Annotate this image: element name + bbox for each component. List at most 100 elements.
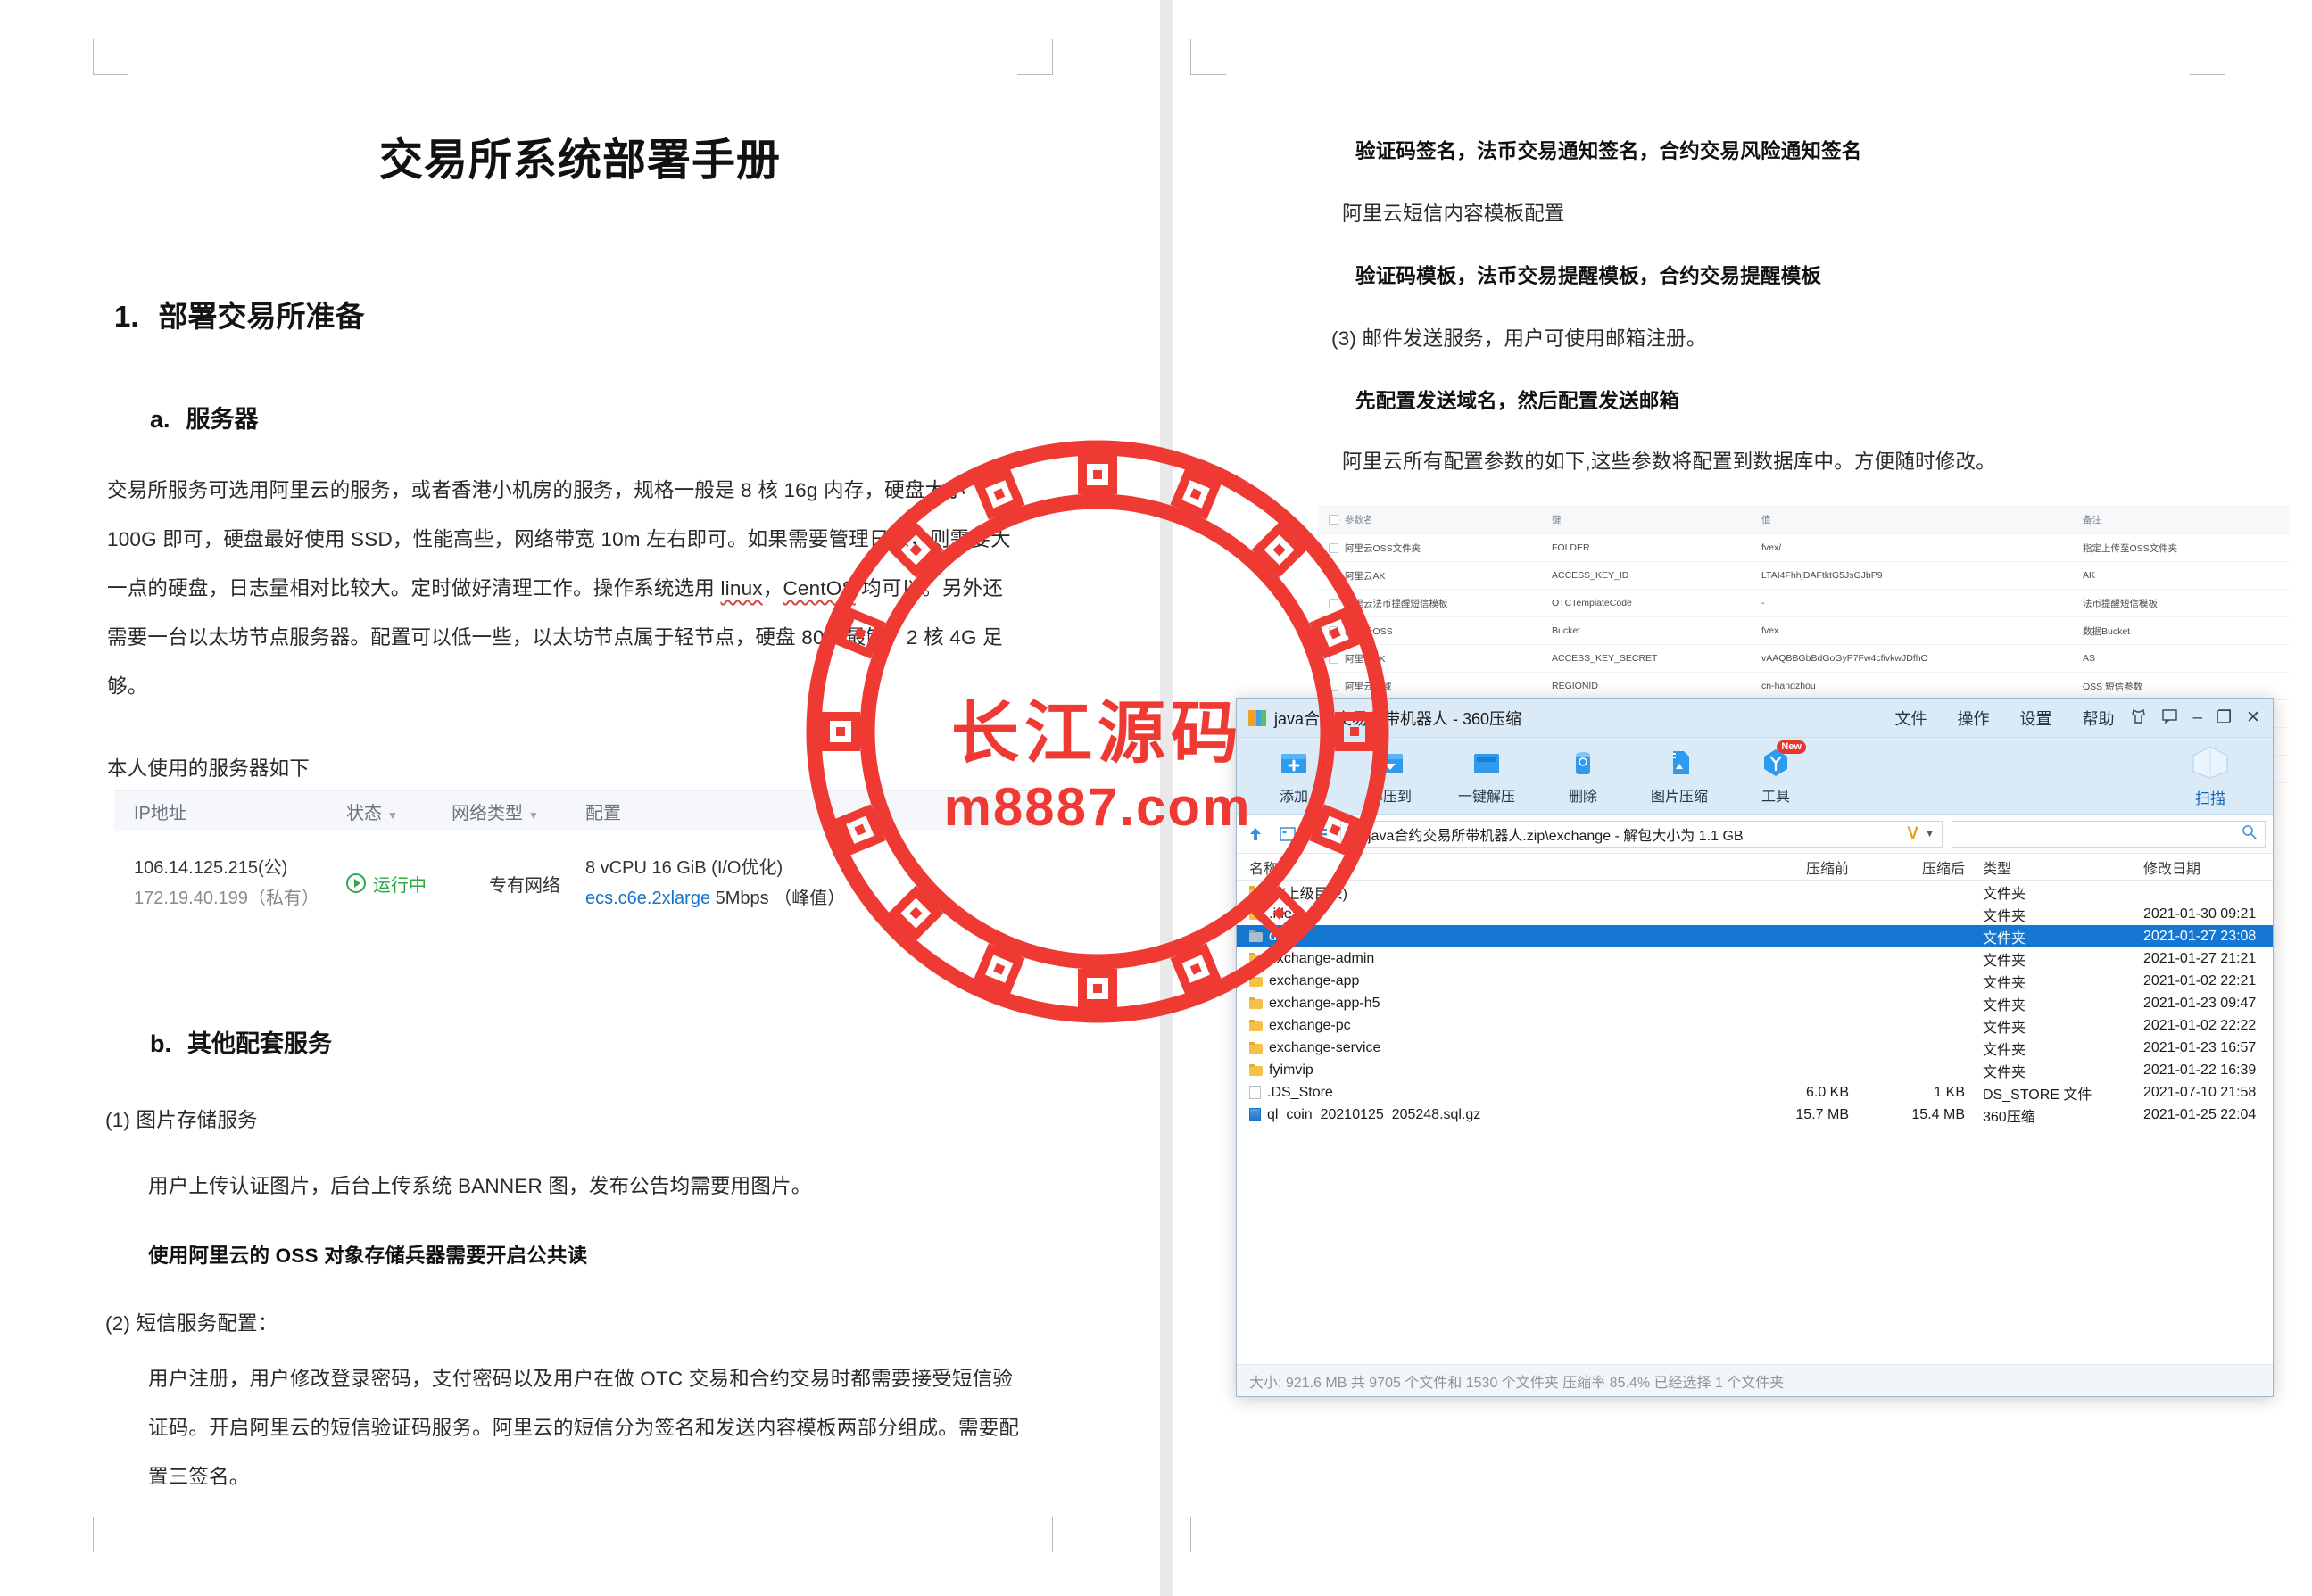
cell-param-key: ACCESS_KEY_ID <box>1552 570 1629 581</box>
row-checkbox[interactable] <box>1318 570 1345 581</box>
row-checkbox[interactable] <box>1318 598 1345 608</box>
add-archive-icon <box>1277 746 1311 780</box>
file-list-row[interactable]: exchange-service 文件夹 2021-01-23 16:57 <box>1237 1037 2273 1059</box>
list-item-3: (3) 邮件发送服务，用户可使用邮箱注册。 <box>1331 327 1707 350</box>
feedback-icon[interactable] <box>2161 707 2178 728</box>
cell-param-note: AS <box>2083 653 2096 664</box>
cell-network-type: 专有网络 <box>489 875 560 896</box>
toolbar-button-one-click-extract[interactable]: 一键解压 <box>1438 746 1535 806</box>
cell-file-name: exchange-admin <box>1237 951 1736 967</box>
file-list-row[interactable]: exchange-pc 文件夹 2021-01-02 22:22 <box>1237 1014 2273 1037</box>
column-header-size-before[interactable]: 压缩前 <box>1736 856 1861 878</box>
menu-item-file[interactable]: 文件 <box>1894 707 1927 730</box>
toolbar-label: 添加 <box>1279 790 1308 805</box>
file-archive-window[interactable]: java合约交易所带机器人 - 360压缩 文件 操作 设置 帮助 – ❐ ✕ … <box>1236 698 2274 1397</box>
toolbar-button-add[interactable]: 添加 <box>1246 746 1342 806</box>
toolbar-button-extract-to[interactable]: 解压到 <box>1342 746 1438 806</box>
cell-date: 2021-01-02 22:21 <box>2143 972 2257 988</box>
row-checkbox[interactable] <box>1318 625 1345 636</box>
file-list-header[interactable]: 名称 压缩前 压缩后 类型 修改日期 <box>1237 854 2273 881</box>
cell-param-value: fvex/ <box>1761 542 1782 553</box>
column-header-date[interactable]: 修改日期 <box>2138 856 2273 878</box>
row-checkbox[interactable] <box>1318 653 1345 664</box>
one-click-extract-icon <box>1470 746 1504 780</box>
toolbar-button-image-compress[interactable]: 图片压缩 <box>1631 746 1728 806</box>
cell-param-note: AK <box>2083 570 2096 581</box>
file-name-text: exchange-app-h5 <box>1269 995 1380 1011</box>
chevron-down-icon[interactable]: ▼ <box>1925 829 1935 839</box>
maximize-button[interactable]: ❐ <box>2217 709 2232 726</box>
param-table-row[interactable]: 阿里云SK ACCESS_KEY_SECRET vAAQBBGbBdGoGyP7Fw… <box>1318 645 2289 673</box>
toolbar-button-delete[interactable]: 删除 <box>1535 746 1631 806</box>
window-controls[interactable]: – ❐ ✕ <box>2130 707 2267 728</box>
cell-param-value: cn-hangzhou <box>1761 681 1816 691</box>
file-list-row[interactable]: fyimvip 文件夹 2021-01-22 16:39 <box>1237 1059 2273 1081</box>
file-list-row[interactable]: exchange-app 文件夹 2021-01-02 22:21 <box>1237 970 2273 992</box>
column-header-name[interactable]: 名称 <box>1237 856 1736 878</box>
instance-type-link[interactable]: ecs.c6e.2xlarge <box>585 889 710 908</box>
cell-type: 文件夹 <box>1983 975 2026 991</box>
paragraph-separator: ， <box>762 577 783 600</box>
address-input[interactable]: java合约交易所带机器人.zip\exchange - 解包大小为 1.1 G… <box>1340 820 1943 848</box>
row-checkbox[interactable] <box>1318 542 1345 553</box>
window-title-bar[interactable]: java合约交易所带机器人 - 360压缩 文件 操作 设置 帮助 – ❐ ✕ <box>1237 699 2273 738</box>
search-icon[interactable] <box>2242 824 2257 844</box>
file-list-row[interactable]: exchange-admin 文件夹 2021-01-27 21:21 <box>1237 947 2273 970</box>
file-list-row[interactable]: doc 文件夹 2021-01-27 23:08 <box>1237 925 2273 947</box>
skin-icon[interactable] <box>2130 707 2147 728</box>
address-bar[interactable]: java合约交易所带机器人.zip\exchange - 解包大小为 1.1 G… <box>1237 815 2273 854</box>
column-header-size-after[interactable]: 压缩后 <box>1861 856 1977 878</box>
menu-item-action[interactable]: 操作 <box>1957 707 1989 730</box>
param-table-row[interactable]: 阿里云OSS文件夹 FOLDER fvex/指定上传至OSS文件夹 <box>1318 534 2289 562</box>
file-list-row[interactable]: .DS_Store 6.0 KB 1 KB DS_STORE 文件 2021-07-10… <box>1237 1081 2273 1104</box>
app-logo-icon <box>1247 708 1267 728</box>
file-icon <box>1249 1086 1261 1099</box>
column-header-param-value: 值 <box>1761 514 1771 525</box>
toolbar-button-tools[interactable]: New 工具 <box>1728 740 1824 806</box>
menu-item-settings[interactable]: 设置 <box>2019 707 2051 730</box>
file-name-text: exchange-service <box>1269 1039 1381 1055</box>
thumbnail-view-icon[interactable] <box>1276 823 1299 846</box>
search-input[interactable] <box>1952 820 2266 848</box>
param-table-row[interactable]: 阿里云法币提醒短信模板 OTCTemplateCode - 法币提醒短信模板 <box>1318 590 2289 617</box>
row-checkbox[interactable] <box>1318 681 1345 691</box>
select-all-checkbox[interactable] <box>1318 514 1345 525</box>
column-header-type[interactable]: 类型 <box>1977 856 2138 878</box>
chevron-down-icon: ▼ <box>387 808 398 822</box>
column-header-network[interactable]: 网络类型 ▼ <box>452 798 585 824</box>
folder-icon <box>1249 886 1263 897</box>
param-table-row[interactable]: 阿里云区域 REGIONID cn-hangzhou OSS 短信参数 <box>1318 673 2289 700</box>
file-list[interactable]: .. (上级目录) 文件夹 .idea 文件夹 2021-01-30 09:21 doc 文… <box>1237 881 2273 1364</box>
crop-mark-bottom-right <box>1017 1517 1053 1552</box>
ecs-table-row[interactable]: 106.14.125.215(公) 172.19.40.199（私有） 运行中 … <box>114 831 1042 917</box>
toolbar[interactable]: 添加 解压到 一键解压 删除 图片压缩 New 工具 扫描 <box>1237 738 2273 815</box>
config-cpu-memory: 8 vCPU 16 GiB (I/O优化) <box>585 858 783 878</box>
column-header-status[interactable]: 状态 ▼ <box>346 798 452 824</box>
heading-text: 部署交易所准备 <box>158 300 365 333</box>
up-arrow-icon[interactable] <box>1244 823 1267 846</box>
file-list-row[interactable]: .idea 文件夹 2021-01-30 09:21 <box>1237 903 2273 925</box>
scan-button[interactable]: 扫描 <box>2157 744 2264 808</box>
window-menu-bar[interactable]: 文件 操作 设置 帮助 <box>1894 707 2130 730</box>
cell-param-note: 指定上传至OSS文件夹 <box>2083 542 2178 554</box>
crop-mark-top-right <box>1017 39 1053 75</box>
page-separator <box>1160 0 1173 1596</box>
menu-item-help[interactable]: 帮助 <box>2082 707 2114 730</box>
close-button[interactable]: ✕ <box>2246 709 2260 726</box>
cell-file-name: exchange-app <box>1237 973 1736 989</box>
minimize-button[interactable]: – <box>2192 709 2202 726</box>
list-item-2-body: 用户注册，用户修改登录密码，支付密码以及用户在做 OTC 交易和合约交易时都需要… <box>148 1368 1020 1488</box>
folder-icon <box>1249 953 1263 964</box>
folder-icon <box>1249 930 1263 942</box>
param-table-row[interactable]: 阿里云OSS Bucket fvex 数据Bucket <box>1318 617 2289 645</box>
cell-param-key: FOLDER <box>1552 542 1590 553</box>
file-list-row[interactable]: exchange-app-h5 文件夹 2021-01-23 09:47 <box>1237 992 2273 1014</box>
list-view-icon[interactable] <box>1308 823 1331 846</box>
status-bar: 大小: 921.6 MB 共 9705 个文件和 1530 个文件夹 压缩率 8… <box>1237 1364 2273 1396</box>
file-list-row[interactable]: .. (上级目录) 文件夹 <box>1237 881 2273 903</box>
right-line-params-intro: 阿里云所有配置参数的如下,这些参数将配置到数据库中。方便随时修改。 <box>1342 451 1996 473</box>
file-list-row[interactable]: ql_coin_20210125_205248.sql.gz 15.7 MB 15.… <box>1237 1104 2273 1126</box>
spellcheck-term-centos: CentOS <box>783 577 856 600</box>
file-name-text: exchange-pc <box>1269 1017 1351 1033</box>
param-table-row[interactable]: 阿里云AK ACCESS_KEY_ID LTAI4FhhjDAFtktG5JsGJb… <box>1318 562 2289 590</box>
